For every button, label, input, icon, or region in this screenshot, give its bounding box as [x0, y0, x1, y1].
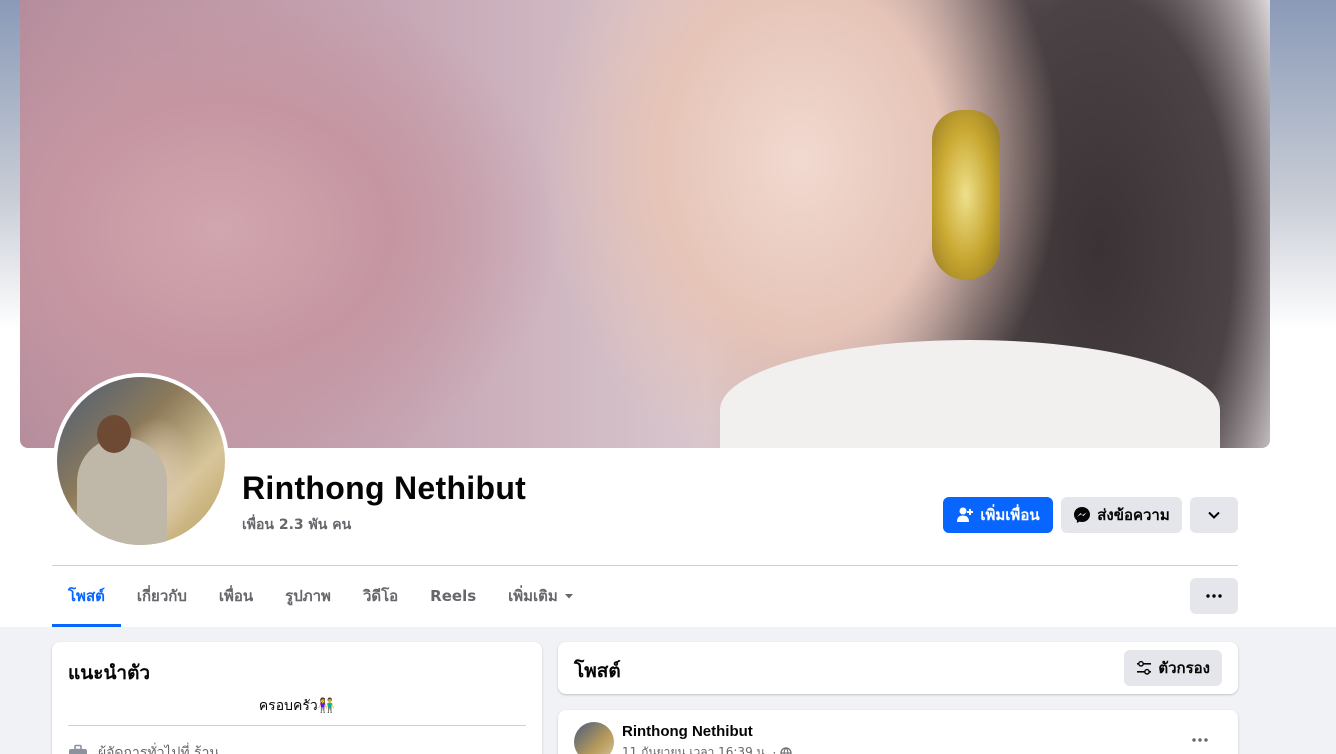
profile-name: Rinthong Nethibut [242, 470, 527, 506]
cover-photo-earring [932, 110, 1000, 280]
profile-more-button[interactable] [1190, 497, 1238, 533]
tab-photos[interactable]: รูปภาพ [269, 566, 347, 626]
post-meta: 11 กันยายน เวลา 16:39 น. · [622, 743, 792, 754]
post-timestamp[interactable]: 11 กันยายน เวลา 16:39 น. [622, 743, 769, 754]
tab-label: โพสต์ [68, 587, 105, 605]
posts-header-card: โพสต์ ตัวกรอง [558, 642, 1238, 694]
filter-label: ตัวกรอง [1158, 659, 1210, 677]
filter-button[interactable]: ตัวกรอง [1124, 650, 1222, 686]
intro-divider [68, 725, 526, 726]
tab-label: เพิ่มเติม [508, 587, 558, 605]
intro-work-row: ผู้จัดการทั่วไปที่ ร้าน... [68, 742, 232, 754]
filter-icon [1136, 660, 1152, 676]
tabs-more-button[interactable] [1190, 578, 1238, 614]
add-friend-icon [956, 506, 974, 524]
more-dots-icon [1206, 594, 1222, 598]
add-friend-label: เพิ่มเพื่อน [980, 506, 1040, 524]
intro-bio: ครอบครัว👫 [258, 698, 336, 714]
cover-photo[interactable] [20, 0, 1270, 448]
intro-work-text: ผู้จัดการทั่วไปที่ ร้าน... [98, 745, 233, 754]
more-dots-icon [1192, 738, 1208, 742]
tab-label: เกี่ยวกับ [136, 587, 187, 605]
tab-label: เพื่อน [218, 587, 254, 605]
intro-card: แนะนำตัว ครอบครัว👫 ผู้จัดการทั่วไปที่ ร้… [52, 642, 542, 754]
tab-reels[interactable]: Reels [414, 566, 492, 626]
post-options-button[interactable] [1182, 730, 1218, 750]
messenger-icon [1073, 506, 1091, 524]
globe-icon [780, 746, 792, 754]
friend-count[interactable]: เพื่อน 2.3 พัน คน [242, 514, 351, 536]
meta-separator: · [772, 745, 777, 754]
add-friend-button[interactable]: เพิ่มเพื่อน [943, 497, 1053, 533]
profile-avatar[interactable] [57, 377, 225, 545]
avatar-head [97, 415, 131, 453]
post-author-name[interactable]: Rinthong Nethibut [622, 723, 753, 740]
tab-more[interactable]: เพิ่มเติม [492, 566, 590, 626]
cover-photo-shoulder [720, 340, 1220, 448]
tab-label: Reels [430, 587, 477, 605]
post-author-avatar[interactable] [574, 722, 614, 754]
message-button[interactable]: ส่งข้อความ [1061, 497, 1182, 533]
tab-videos[interactable]: วิดีโอ [347, 566, 414, 626]
intro-title: แนะนำตัว [68, 662, 151, 684]
tab-label: วิดีโอ [362, 587, 399, 605]
briefcase-icon [68, 744, 88, 754]
tab-about[interactable]: เกี่ยวกับ [121, 566, 203, 626]
message-label: ส่งข้อความ [1097, 506, 1170, 524]
caret-down-icon [564, 591, 574, 601]
avatar-person [77, 437, 167, 545]
tab-friends[interactable]: เพื่อน [203, 566, 269, 626]
posts-title: โพสต์ [574, 660, 621, 682]
chevron-down-icon [1207, 508, 1221, 522]
tab-label: รูปภาพ [285, 587, 331, 605]
post-card: Rinthong Nethibut 11 กันยายน เวลา 16:39 … [558, 710, 1238, 754]
tab-posts[interactable]: โพสต์ [52, 566, 121, 627]
profile-tabs: โพสต์ เกี่ยวกับ เพื่อน รูปภาพ วิดีโอ Ree… [52, 566, 590, 627]
